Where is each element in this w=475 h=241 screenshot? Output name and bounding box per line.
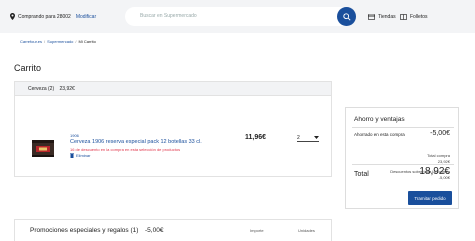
cart-group-header: Cerveza (2) 23,92€ xyxy=(15,82,331,96)
location-pin-icon xyxy=(10,13,15,20)
quantity-select[interactable]: 2 xyxy=(297,134,319,142)
group-total: 23,92€ xyxy=(59,86,75,92)
total-value: 18,92€ xyxy=(419,166,450,177)
breadcrumb-current: Mi Carrito xyxy=(78,39,96,44)
leaflet-icon xyxy=(400,14,407,20)
search-input[interactable]: Buscar en Supermercado xyxy=(140,13,197,19)
summary-title: Ahorro y ventajas xyxy=(354,116,405,123)
saved-label: Ahorrado en esta compra xyxy=(354,132,405,137)
promotions-card[interactable]: Promociones especiales y regalos (1) -5,… xyxy=(14,219,332,241)
breadcrumb-home[interactable]: Carrefour.es xyxy=(20,39,42,44)
leaflets-link[interactable]: Folletos xyxy=(400,14,428,20)
top-bar: Comprando para 28002 Modificar Buscar en… xyxy=(0,0,475,33)
divider xyxy=(352,164,454,165)
product-name-link[interactable]: Cerveza 1906 reserva especial pack 12 bo… xyxy=(70,139,202,145)
postal-code-selector[interactable]: Comprando para 28002 Modificar xyxy=(10,13,96,20)
product-thumbnail[interactable] xyxy=(32,137,54,159)
product-brand[interactable]: 1906 xyxy=(70,133,79,138)
total-purchase-label: Total compra xyxy=(427,153,450,158)
product-promo: 16 de descuento en la compra en esta sel… xyxy=(70,147,181,152)
total-label: Total xyxy=(354,171,369,178)
promotions-value: -5,00€ xyxy=(145,227,164,234)
search-bar[interactable]: Buscar en Supermercado xyxy=(125,7,353,26)
breadcrumb-supermarket[interactable]: Supermercado xyxy=(47,39,73,44)
page-title: Carrito xyxy=(14,63,42,73)
quantity-value: 2 xyxy=(297,134,300,141)
search-button[interactable] xyxy=(337,7,356,26)
remove-button[interactable]: Eliminar xyxy=(70,153,90,158)
summary-card: Ahorro y ventajas Ahorrado en esta compr… xyxy=(345,107,459,209)
store-icon xyxy=(368,14,375,20)
column-amount: Importe xyxy=(250,228,264,233)
product-price: 11,96€ xyxy=(245,134,267,141)
trash-icon xyxy=(70,153,74,158)
modify-link[interactable]: Modificar xyxy=(76,14,96,20)
promotions-title: Promociones especiales y regalos (1) xyxy=(30,227,139,234)
chevron-down-icon xyxy=(314,136,319,139)
leaflets-label: Folletos xyxy=(410,14,428,20)
search-icon xyxy=(342,12,351,21)
column-units: Unidades xyxy=(298,228,315,233)
group-name: Cerveza (2) xyxy=(28,86,55,92)
saved-value: -5,00€ xyxy=(430,130,450,137)
checkout-button[interactable]: Tramitar pedido xyxy=(408,191,452,205)
postal-label: Comprando para 28002 xyxy=(18,13,71,20)
breadcrumb: Carrefour.es / Supermercado / Mi Carrito xyxy=(20,39,96,44)
stores-label: Tiendas xyxy=(378,14,396,20)
remove-label: Eliminar xyxy=(76,153,91,158)
divider xyxy=(352,127,454,128)
stores-link[interactable]: Tiendas xyxy=(368,14,396,20)
cart-group-card: Cerveza (2) 23,92€ xyxy=(14,81,332,177)
